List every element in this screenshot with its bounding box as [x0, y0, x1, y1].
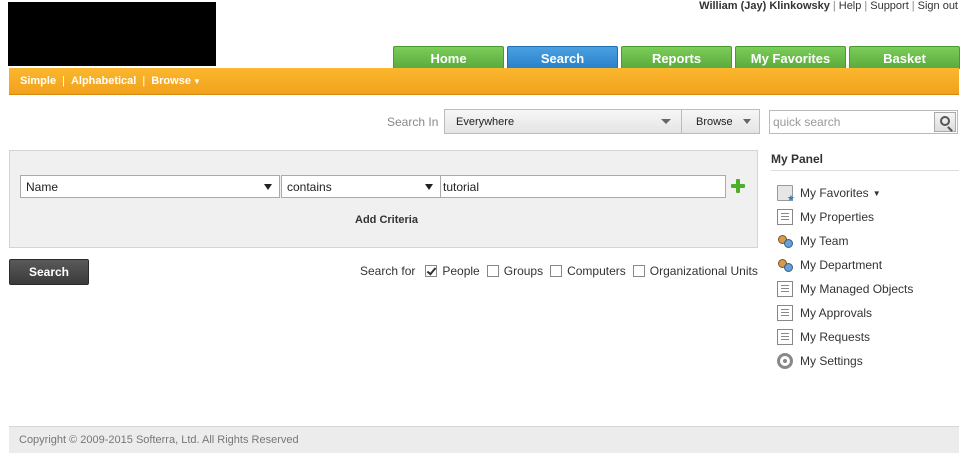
dropdown-arrow-icon — [264, 184, 272, 190]
panel-item-my-requests[interactable]: My Requests — [771, 325, 959, 349]
add-criteria-link[interactable]: Add Criteria — [355, 214, 418, 226]
my-panel-title: My Panel — [771, 152, 959, 171]
quick-search-box — [769, 110, 958, 134]
organizational-units-checkbox[interactable] — [632, 265, 645, 277]
main-tabs: Home Search Reports My Favorites Basket — [393, 46, 963, 69]
approvals-icon — [777, 305, 793, 321]
panel-item-label: My Requests — [800, 330, 871, 344]
criteria-operator-value: contains — [287, 179, 332, 194]
quick-search-input[interactable] — [770, 111, 934, 133]
tab-my-favorites[interactable]: My Favorites — [735, 46, 846, 69]
panel-item-label: My Settings — [800, 354, 863, 368]
panel-item-label: My Properties — [800, 210, 875, 224]
help-link[interactable]: Help — [839, 0, 862, 12]
browse-button-label: Browse — [696, 115, 733, 128]
browse-menu-label: Browse — [151, 75, 191, 87]
panel-item-my-department[interactable]: My Department — [771, 253, 959, 277]
username: William (Jay) Klinkowsky — [699, 0, 830, 12]
my-panel: My Panel My Favorites ▼ My Properties My… — [771, 152, 959, 373]
sign-out-link[interactable]: Sign out — [918, 0, 958, 12]
panel-item-my-settings[interactable]: My Settings — [771, 349, 959, 373]
search-in-value: Everywhere — [456, 115, 515, 128]
add-criterion-plus-icon[interactable] — [731, 179, 745, 193]
panel-item-label: My Approvals — [800, 306, 873, 320]
people-checkbox[interactable] — [425, 265, 438, 277]
panel-item-my-managed-objects[interactable]: My Managed Objects — [771, 277, 959, 301]
criteria-value-input[interactable] — [440, 175, 726, 198]
browse-menu[interactable]: Browse ▼ — [151, 75, 201, 87]
search-for-options: Search for People Groups Computers Organ… — [360, 264, 765, 278]
managed-objects-icon — [777, 281, 793, 297]
panel-item-my-properties[interactable]: My Properties — [771, 205, 959, 229]
groups-label: Groups — [503, 264, 544, 278]
panel-item-label: My Favorites — [800, 186, 869, 200]
team-icon — [777, 233, 793, 249]
panel-item-label: My Team — [800, 234, 849, 248]
search-for-label: Search for — [360, 264, 416, 278]
computers-label: Computers — [567, 264, 626, 278]
browse-button[interactable]: Browse — [681, 109, 760, 134]
groups-checkbox[interactable] — [486, 265, 499, 277]
search-mode-bar: Simple | Alphabetical | Browse ▼ — [9, 68, 959, 95]
favorites-folder-icon — [777, 185, 795, 204]
panel-item-label: My Department — [800, 258, 883, 272]
department-icon — [777, 257, 793, 273]
alphabetical-search-link[interactable]: Alphabetical — [71, 75, 136, 87]
criteria-field-select[interactable]: Name — [20, 175, 280, 198]
panel-item-label: My Managed Objects — [800, 282, 914, 296]
people-label: People — [442, 264, 480, 278]
search-icon — [940, 116, 950, 126]
search-button[interactable]: Search — [9, 259, 89, 285]
panel-item-my-favorites[interactable]: My Favorites ▼ — [771, 181, 959, 205]
support-link[interactable]: Support — [870, 0, 909, 12]
chevron-down-icon: ▼ — [872, 188, 881, 198]
requests-icon — [777, 329, 793, 345]
dropdown-arrow-icon — [425, 184, 433, 190]
criteria-field-value: Name — [26, 179, 59, 194]
search-in-label: Search In — [387, 115, 439, 129]
panel-item-my-approvals[interactable]: My Approvals — [771, 301, 959, 325]
computers-checkbox[interactable] — [550, 265, 563, 277]
dropdown-arrow-icon — [743, 119, 751, 124]
organizational-units-label: Organizational Units — [649, 264, 758, 278]
company-logo — [8, 2, 216, 66]
tab-reports[interactable]: Reports — [621, 46, 732, 69]
criteria-operator-select[interactable]: contains — [281, 175, 441, 198]
tab-home[interactable]: Home — [393, 46, 504, 69]
dropdown-arrow-icon — [661, 119, 671, 124]
properties-icon — [777, 209, 793, 225]
quick-search-button[interactable] — [934, 112, 956, 132]
tab-basket[interactable]: Basket — [849, 46, 960, 69]
criteria-panel: Name contains Add Criteria — [9, 150, 758, 248]
search-in-select[interactable]: Everywhere — [444, 109, 682, 134]
user-bar: William (Jay) Klinkowsky | Help | Support | Si… — [699, 0, 958, 12]
panel-item-my-team[interactable]: My Team — [771, 229, 959, 253]
simple-search-link[interactable]: Simple — [20, 75, 56, 87]
chevron-down-icon: ▼ — [192, 77, 201, 86]
settings-icon — [777, 353, 793, 369]
footer-copyright: Copyright © 2009-2015 Softerra, Ltd. All… — [9, 426, 959, 453]
tab-search[interactable]: Search — [507, 46, 618, 69]
